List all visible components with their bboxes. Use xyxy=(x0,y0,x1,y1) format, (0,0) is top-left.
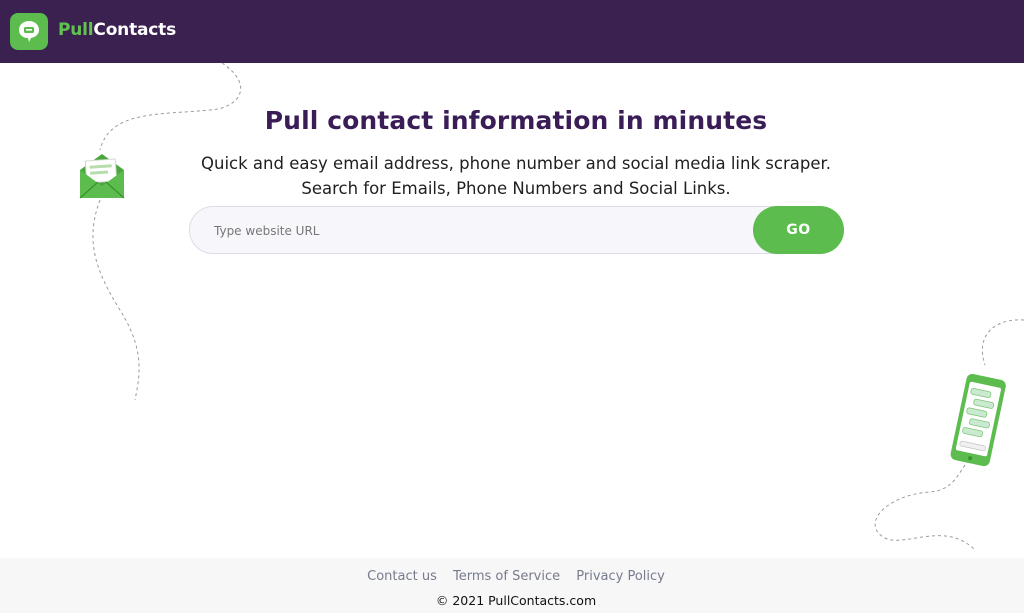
hero-subtitle-line-1: Quick and easy email address, phone numb… xyxy=(201,154,831,173)
brand-name-part2: Contacts xyxy=(93,20,177,40)
url-input[interactable] xyxy=(214,220,734,242)
brand-name-part1: Pull xyxy=(58,20,94,40)
footer: Contact us Terms of Service Privacy Poli… xyxy=(0,558,1024,613)
contact-us-link[interactable]: Contact us xyxy=(367,569,437,584)
top-navbar: PullContacts xyxy=(0,0,1024,63)
chat-bubble-icon[interactable] xyxy=(10,13,48,50)
search-bar xyxy=(189,206,844,254)
decorative-background xyxy=(92,62,1024,551)
hero-subtitle: Quick and easy email address, phone numb… xyxy=(0,151,1024,201)
footer-links: Contact us Terms of Service Privacy Poli… xyxy=(0,569,1024,584)
brand-logo-text[interactable]: PullContacts xyxy=(58,20,176,40)
smartphone-icon xyxy=(950,373,1006,467)
copyright-text: © 2021 PullContacts.com xyxy=(435,593,597,608)
terms-of-service-link[interactable]: Terms of Service xyxy=(453,569,560,584)
hero-title: Pull contact information in minutes xyxy=(264,106,768,135)
privacy-policy-link[interactable]: Privacy Policy xyxy=(576,569,665,584)
go-button[interactable]: GO xyxy=(753,206,844,254)
hero-subtitle-line-2: Search for Emails, Phone Numbers and Soc… xyxy=(301,179,731,198)
